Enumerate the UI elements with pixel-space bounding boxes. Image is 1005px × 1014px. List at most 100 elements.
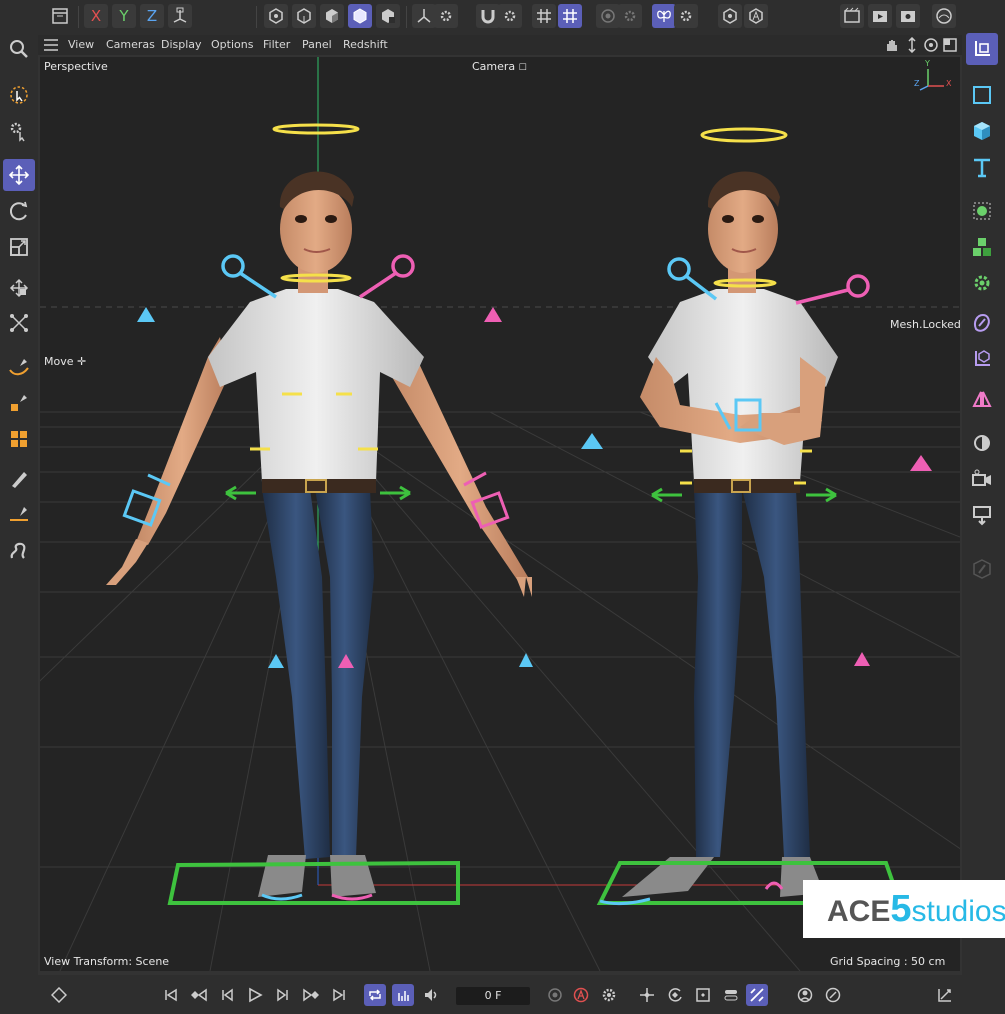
model-mode-icon[interactable] bbox=[348, 4, 372, 28]
keyframe-diamond-icon[interactable] bbox=[48, 984, 70, 1006]
axis-gizmo bbox=[919, 69, 944, 91]
cube-primitive-icon[interactable] bbox=[966, 115, 998, 147]
scene-canvas bbox=[40, 57, 960, 971]
smooth-tool-icon[interactable] bbox=[3, 535, 35, 567]
head-control bbox=[272, 123, 360, 135]
dolly-arrows-icon[interactable] bbox=[904, 36, 920, 54]
top-toolbar: X Y Z bbox=[0, 0, 1005, 35]
lock-x-axis-button[interactable]: X bbox=[84, 4, 108, 28]
loop-icon[interactable] bbox=[364, 984, 386, 1006]
coordinate-manager-icon[interactable] bbox=[966, 33, 998, 65]
brush-icon[interactable] bbox=[3, 463, 35, 495]
auto-keying-hex-icon[interactable] bbox=[744, 4, 768, 28]
maximize-view-icon[interactable] bbox=[942, 37, 958, 53]
light-object-icon[interactable] bbox=[966, 427, 998, 459]
layout-menu-button[interactable] bbox=[48, 4, 72, 28]
animation-keys-icon[interactable] bbox=[392, 984, 414, 1006]
menu-filter[interactable]: Filter bbox=[263, 38, 290, 51]
keyframe-selection-gear-icon[interactable] bbox=[598, 984, 620, 1006]
tweak-tool-icon[interactable] bbox=[3, 115, 35, 147]
menu-view[interactable]: View bbox=[68, 38, 94, 51]
scale-tool-icon[interactable] bbox=[3, 231, 35, 263]
deformer-bend-icon[interactable] bbox=[966, 343, 998, 375]
uv-mode-icon[interactable] bbox=[376, 4, 400, 28]
autokey-icon[interactable] bbox=[570, 984, 592, 1006]
snap-settings-gear-icon[interactable] bbox=[498, 4, 522, 28]
polygons-mode-icon[interactable] bbox=[320, 4, 344, 28]
sound-speaker-icon[interactable] bbox=[420, 984, 442, 1006]
render-view-icon[interactable] bbox=[868, 4, 892, 28]
motion-system-icon[interactable] bbox=[794, 984, 816, 1006]
redshift-icon[interactable] bbox=[932, 4, 956, 28]
f-curve-graph-icon[interactable] bbox=[934, 984, 956, 1006]
key-position-icon[interactable] bbox=[636, 984, 658, 1006]
record-active-icon[interactable] bbox=[544, 984, 566, 1006]
move-small-icon: ✛ bbox=[77, 355, 87, 368]
search-icon[interactable] bbox=[3, 33, 35, 65]
effector-gear-icon[interactable] bbox=[966, 267, 998, 299]
null-object-square-icon[interactable] bbox=[966, 79, 998, 111]
object-mode-hex-icon[interactable] bbox=[718, 4, 742, 28]
go-to-end-icon[interactable] bbox=[328, 984, 350, 1006]
multi-transform-icon[interactable] bbox=[3, 307, 35, 339]
lock-y-axis-button[interactable]: Y bbox=[112, 4, 136, 28]
edges-mode-icon[interactable] bbox=[292, 4, 316, 28]
cloner-object-icon[interactable] bbox=[966, 231, 998, 263]
pan-hand-icon[interactable] bbox=[884, 37, 900, 53]
key-scale-icon[interactable] bbox=[692, 984, 714, 1006]
timeline-settings-icon[interactable] bbox=[822, 984, 844, 1006]
key-rotation-icon[interactable] bbox=[664, 984, 686, 1006]
menu-redshift[interactable]: Redshift bbox=[343, 38, 388, 51]
next-frame-icon[interactable] bbox=[272, 984, 294, 1006]
grid-snap-icon[interactable] bbox=[532, 4, 556, 28]
workplane-snap-icon[interactable] bbox=[558, 4, 582, 28]
viewport-name: Perspective bbox=[44, 60, 108, 73]
lock-z-axis-button[interactable]: Z bbox=[140, 4, 164, 28]
next-key-icon[interactable] bbox=[300, 984, 322, 1006]
soft-selection-icon[interactable] bbox=[596, 4, 620, 28]
key-pla-icon[interactable] bbox=[746, 984, 768, 1006]
previous-key-icon[interactable] bbox=[188, 984, 210, 1006]
spline-pen-icon[interactable] bbox=[3, 351, 35, 383]
go-to-start-icon[interactable] bbox=[160, 984, 182, 1006]
soft-selection-gear-icon[interactable] bbox=[618, 4, 642, 28]
logo-five: 5 bbox=[890, 888, 912, 930]
subdivision-object-icon[interactable] bbox=[966, 195, 998, 227]
previous-frame-icon[interactable] bbox=[216, 984, 238, 1006]
render-settings-icon[interactable] bbox=[896, 4, 920, 28]
cube-cluster-icon[interactable] bbox=[3, 423, 35, 455]
text-object-icon[interactable] bbox=[966, 151, 998, 183]
live-selection-icon[interactable] bbox=[3, 79, 35, 111]
floor-object-icon[interactable] bbox=[966, 499, 998, 531]
viewport-menu-bar: View Cameras Display Options Filter Pane… bbox=[38, 35, 962, 55]
points-mode-icon[interactable] bbox=[264, 4, 288, 28]
menu-panel[interactable]: Panel bbox=[302, 38, 332, 51]
active-tool-label: Move ✛ bbox=[44, 355, 87, 368]
render-region-icon[interactable] bbox=[840, 4, 864, 28]
play-icon[interactable] bbox=[244, 984, 266, 1006]
camera-selector[interactable]: Camera ☐ bbox=[472, 60, 527, 73]
move-tool-icon[interactable] bbox=[3, 159, 35, 191]
spline-sketch-icon[interactable] bbox=[3, 387, 35, 419]
3d-viewport[interactable]: Perspective Camera ☐ Y X Z Move ✛ Mesh.L… bbox=[40, 57, 960, 971]
hamburger-menu-icon[interactable] bbox=[44, 39, 58, 51]
deformer-shape-icon[interactable] bbox=[966, 307, 998, 339]
menu-cameras[interactable]: Cameras bbox=[106, 38, 155, 51]
transform-tool-icon[interactable] bbox=[3, 272, 35, 304]
camera-object-icon[interactable] bbox=[966, 463, 998, 495]
rotate-tool-icon[interactable] bbox=[3, 195, 35, 227]
camera-lock-icon: ☐ bbox=[518, 63, 527, 73]
symmetry-butterfly-icon[interactable] bbox=[652, 4, 676, 28]
orbit-icon[interactable] bbox=[923, 37, 939, 53]
symmetry-settings-gear-icon[interactable] bbox=[674, 4, 698, 28]
knife-tool-icon[interactable] bbox=[3, 499, 35, 531]
axis-mode-icon[interactable] bbox=[412, 4, 436, 28]
snap-magnet-icon[interactable] bbox=[476, 4, 500, 28]
coordinate-system-button[interactable] bbox=[168, 4, 192, 28]
key-parameter-icon[interactable] bbox=[720, 984, 742, 1006]
menu-options[interactable]: Options bbox=[211, 38, 253, 51]
current-frame-field[interactable]: 0 F bbox=[456, 987, 530, 1005]
field-object-icon[interactable] bbox=[966, 383, 998, 415]
menu-display[interactable]: Display bbox=[161, 38, 202, 51]
axis-settings-gear-icon[interactable] bbox=[434, 4, 458, 28]
